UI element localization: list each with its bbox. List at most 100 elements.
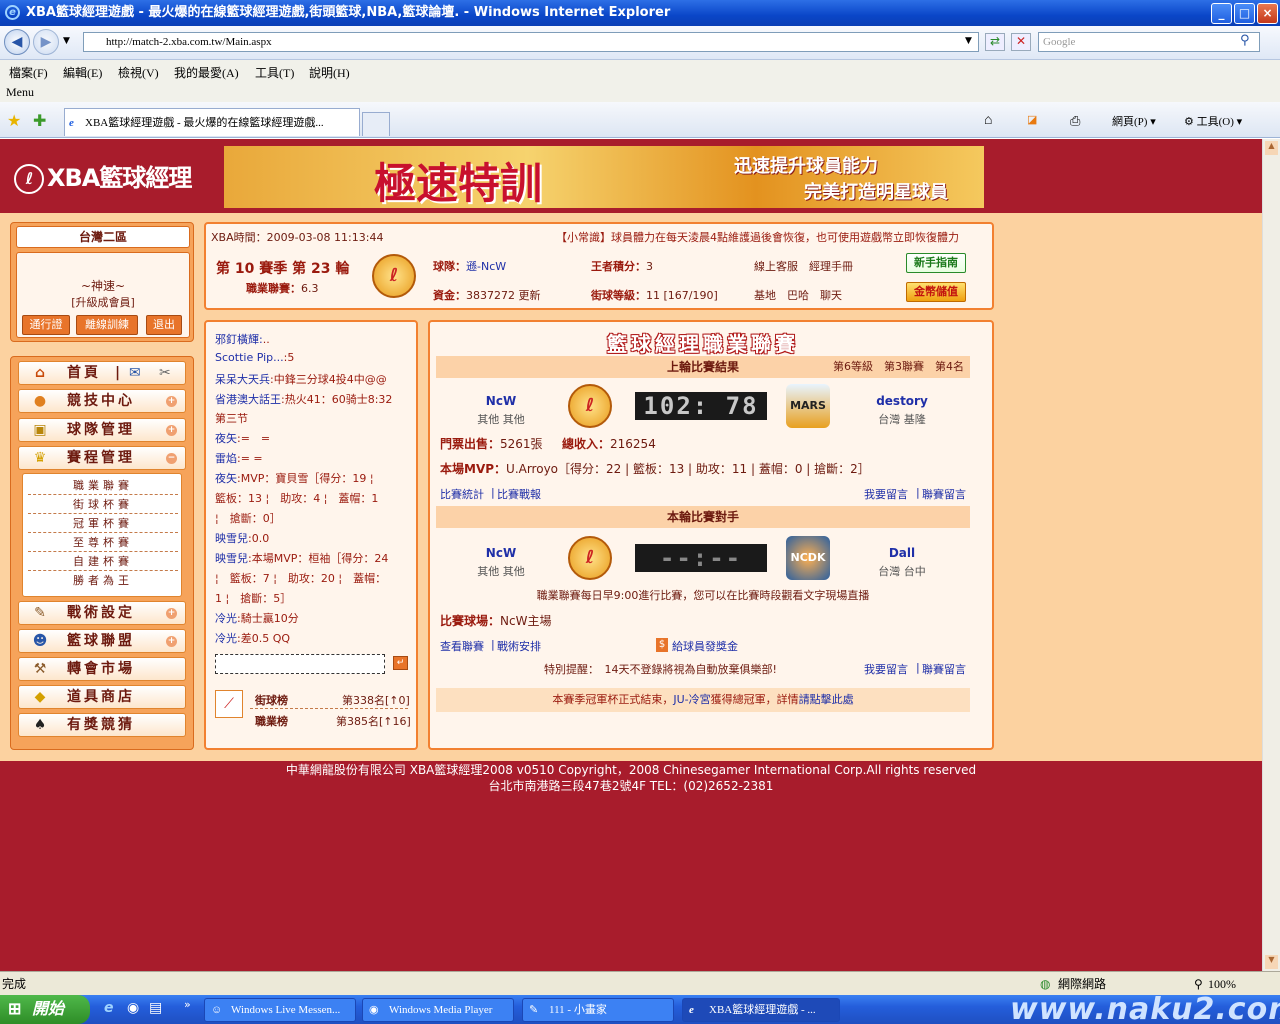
submenu-street-cup[interactable]: 街球杯賽 bbox=[28, 496, 178, 514]
next-away-team-name[interactable]: Dall bbox=[866, 546, 938, 560]
expand-icon[interactable]: + bbox=[166, 636, 177, 647]
passport-button[interactable]: 通行證 bbox=[22, 315, 70, 335]
offline-training-button[interactable]: 離線訓練 bbox=[76, 315, 138, 335]
task-paint[interactable]: ✎ 111 - 小畫家 bbox=[522, 998, 674, 1022]
add-favorite-icon[interactable]: ✚ bbox=[33, 111, 46, 130]
task-ie[interactable]: e XBA籃球經理遊戲 - ... bbox=[682, 998, 840, 1022]
help-links[interactable]: 線上客服 經理手冊 bbox=[754, 258, 853, 274]
chat-user[interactable]: 省港澳大話王 bbox=[215, 393, 281, 406]
submenu-pro-league[interactable]: 職業聯賽 bbox=[28, 477, 178, 495]
task-media-player[interactable]: ◉ Windows Media Player bbox=[362, 998, 514, 1022]
chat-user[interactable]: 冷光 bbox=[215, 612, 237, 625]
submenu-custom-cup[interactable]: 自建杯賽 bbox=[28, 553, 178, 571]
task-messenger[interactable]: ☺ Windows Live Messen... bbox=[204, 998, 356, 1022]
quicklaunch-ie-icon[interactable]: e bbox=[104, 1000, 114, 1016]
submenu-champion-cup[interactable]: 冠軍杯賽 bbox=[28, 515, 178, 533]
away-team-logo[interactable]: MARS bbox=[786, 384, 830, 428]
quicklaunch-media-icon[interactable]: ◉ bbox=[127, 1000, 139, 1016]
tools-icon[interactable]: ✂ bbox=[159, 362, 171, 384]
view-league-link[interactable]: 查看聯賽 bbox=[440, 638, 484, 654]
submenu-winner[interactable]: 勝者為王 bbox=[28, 572, 178, 590]
sidebar-item-guess[interactable]: ♠ 有獎競猜 bbox=[18, 713, 186, 737]
history-dropdown-icon[interactable]: ▼ bbox=[63, 36, 70, 46]
league-message-link-2[interactable]: 聯賽留言 bbox=[922, 661, 966, 677]
feeds-icon[interactable]: ◪ bbox=[1027, 113, 1037, 126]
address-input[interactable]: http://match-2.xba.com.tw/Main.aspx bbox=[83, 32, 979, 52]
expand-icon[interactable]: + bbox=[166, 425, 177, 436]
team-name[interactable]: 遜-NcW bbox=[466, 260, 506, 273]
team-logo[interactable]: ℓ bbox=[372, 254, 416, 298]
menu-tools[interactable]: 工具(T) bbox=[255, 64, 294, 81]
leave-message-link-2[interactable]: 我要留言 bbox=[864, 661, 908, 677]
site-logo[interactable]: ℓ XBA籃球經理 bbox=[14, 160, 194, 196]
chat-user[interactable]: Scottie Pip... bbox=[215, 351, 284, 364]
search-icon[interactable]: ⚲ bbox=[1240, 33, 1250, 48]
collapse-icon[interactable]: − bbox=[166, 453, 177, 464]
quicklaunch-desktop-icon[interactable]: ▤ bbox=[149, 1000, 162, 1016]
sidebar-item-home[interactable]: ⌂ 首頁 | ✉ ✂ bbox=[18, 361, 186, 385]
away-team-name[interactable]: destory bbox=[866, 394, 938, 408]
quicklaunch-more-icon[interactable]: » bbox=[184, 998, 191, 1011]
update-link[interactable]: 更新 bbox=[519, 289, 541, 302]
menu-file[interactable]: 檔案(F) bbox=[9, 64, 48, 81]
mail-icon[interactable]: ✉ bbox=[129, 362, 141, 384]
chat-user[interactable]: 夜矢 bbox=[215, 472, 237, 485]
sidebar-item-arena[interactable]: ● 競技中心 + bbox=[18, 389, 186, 413]
menu-view[interactable]: 檢視(V) bbox=[118, 64, 159, 81]
next-home-team-name[interactable]: NcW bbox=[470, 546, 532, 560]
chat-user[interactable]: 夜矢 bbox=[215, 432, 237, 445]
logout-button[interactable]: 退出 bbox=[146, 315, 182, 335]
chat-user[interactable]: 映雪兒 bbox=[215, 552, 248, 565]
scroll-down-icon[interactable]: ▼ bbox=[1265, 955, 1278, 969]
next-away-logo[interactable]: NCDK bbox=[786, 536, 830, 580]
sidebar-item-alliance[interactable]: ☻ 籃球聯盟 + bbox=[18, 629, 186, 653]
close-button[interactable]: × bbox=[1257, 3, 1278, 24]
new-tab-button[interactable] bbox=[362, 112, 390, 136]
tab-xba[interactable]: e XBA籃球經理遊戲 - 最火爆的在線籃球經理遊戲... bbox=[64, 108, 360, 136]
print-icon[interactable]: ⎙ bbox=[1070, 113, 1080, 129]
last-score[interactable]: 102: 78 bbox=[635, 392, 767, 420]
rank-street-value[interactable]: 第338名[↑0] bbox=[342, 692, 410, 708]
match-report-link[interactable]: 比賽戰報 bbox=[497, 486, 541, 502]
vertical-scrollbar[interactable]: ▲ ▼ bbox=[1262, 139, 1280, 971]
search-input[interactable]: Google bbox=[1038, 32, 1260, 52]
back-button[interactable]: ◀ bbox=[4, 29, 30, 55]
chat-user[interactable]: 呆呆大天兵 bbox=[215, 373, 270, 386]
home-team-name[interactable]: NcW bbox=[470, 394, 532, 408]
page-menu[interactable]: 網頁(P) ▾ bbox=[1112, 113, 1156, 129]
chat-send-icon[interactable]: ↵ bbox=[393, 656, 408, 670]
upgrade-link[interactable]: [升級成會員] bbox=[16, 294, 190, 310]
sidebar-item-team[interactable]: ▣ 球隊管理 + bbox=[18, 418, 186, 442]
submenu-supreme-cup[interactable]: 至尊杯賽 bbox=[28, 534, 178, 552]
scroll-up-icon[interactable]: ▲ bbox=[1265, 141, 1278, 155]
player-bonus-link[interactable]: 給球員發獎金 bbox=[672, 638, 738, 654]
sidebar-item-transfer[interactable]: ⚒ 轉會市場 bbox=[18, 657, 186, 681]
home-team-logo[interactable]: ℓ bbox=[568, 384, 612, 428]
sidebar-item-schedule[interactable]: ♛ 賽程管理 − bbox=[18, 446, 186, 470]
champion-team-link[interactable]: JU-冷宮 bbox=[673, 693, 710, 706]
match-stats-link[interactable]: 比賽統計 bbox=[440, 486, 484, 502]
url-dropdown-icon[interactable]: ▼ bbox=[965, 36, 972, 46]
leave-message-link[interactable]: 我要留言 bbox=[864, 486, 908, 502]
coin-topup-button[interactable]: 金幣儲值 bbox=[906, 282, 966, 302]
next-home-logo[interactable]: ℓ bbox=[568, 536, 612, 580]
chat-user[interactable]: 映雪兒 bbox=[215, 532, 248, 545]
forward-button[interactable]: ▶ bbox=[33, 29, 59, 55]
tactics-link[interactable]: 戰術安排 bbox=[497, 638, 541, 654]
stop-icon[interactable]: ✕ bbox=[1011, 33, 1031, 51]
community-links[interactable]: 基地 巴哈 聊天 bbox=[754, 287, 842, 303]
menu-help[interactable]: 說明(H) bbox=[309, 64, 350, 81]
chat-user[interactable]: 邪釘橫輝: bbox=[215, 333, 263, 346]
minimize-button[interactable]: _ bbox=[1211, 3, 1232, 24]
promo-banner[interactable]: 極速特訓 迅速提升球員能力 完美打造明星球員 bbox=[224, 146, 984, 208]
maximize-button[interactable]: □ bbox=[1234, 3, 1255, 24]
tools-menu[interactable]: ⚙ 工具(O) ▾ bbox=[1184, 113, 1242, 129]
menu-edit[interactable]: 編輯(E) bbox=[63, 64, 102, 81]
sidebar-item-shop[interactable]: ◆ 道具商店 bbox=[18, 685, 186, 709]
chat-user[interactable]: 冷光 bbox=[215, 632, 237, 645]
league-message-link[interactable]: 聯賽留言 bbox=[922, 486, 966, 502]
champion-details-link[interactable]: 請點擊此處 bbox=[799, 693, 854, 706]
chat-input[interactable] bbox=[215, 654, 385, 674]
guide-button[interactable]: 新手指南 bbox=[906, 253, 966, 273]
favorites-star-icon[interactable]: ★ bbox=[7, 111, 21, 130]
